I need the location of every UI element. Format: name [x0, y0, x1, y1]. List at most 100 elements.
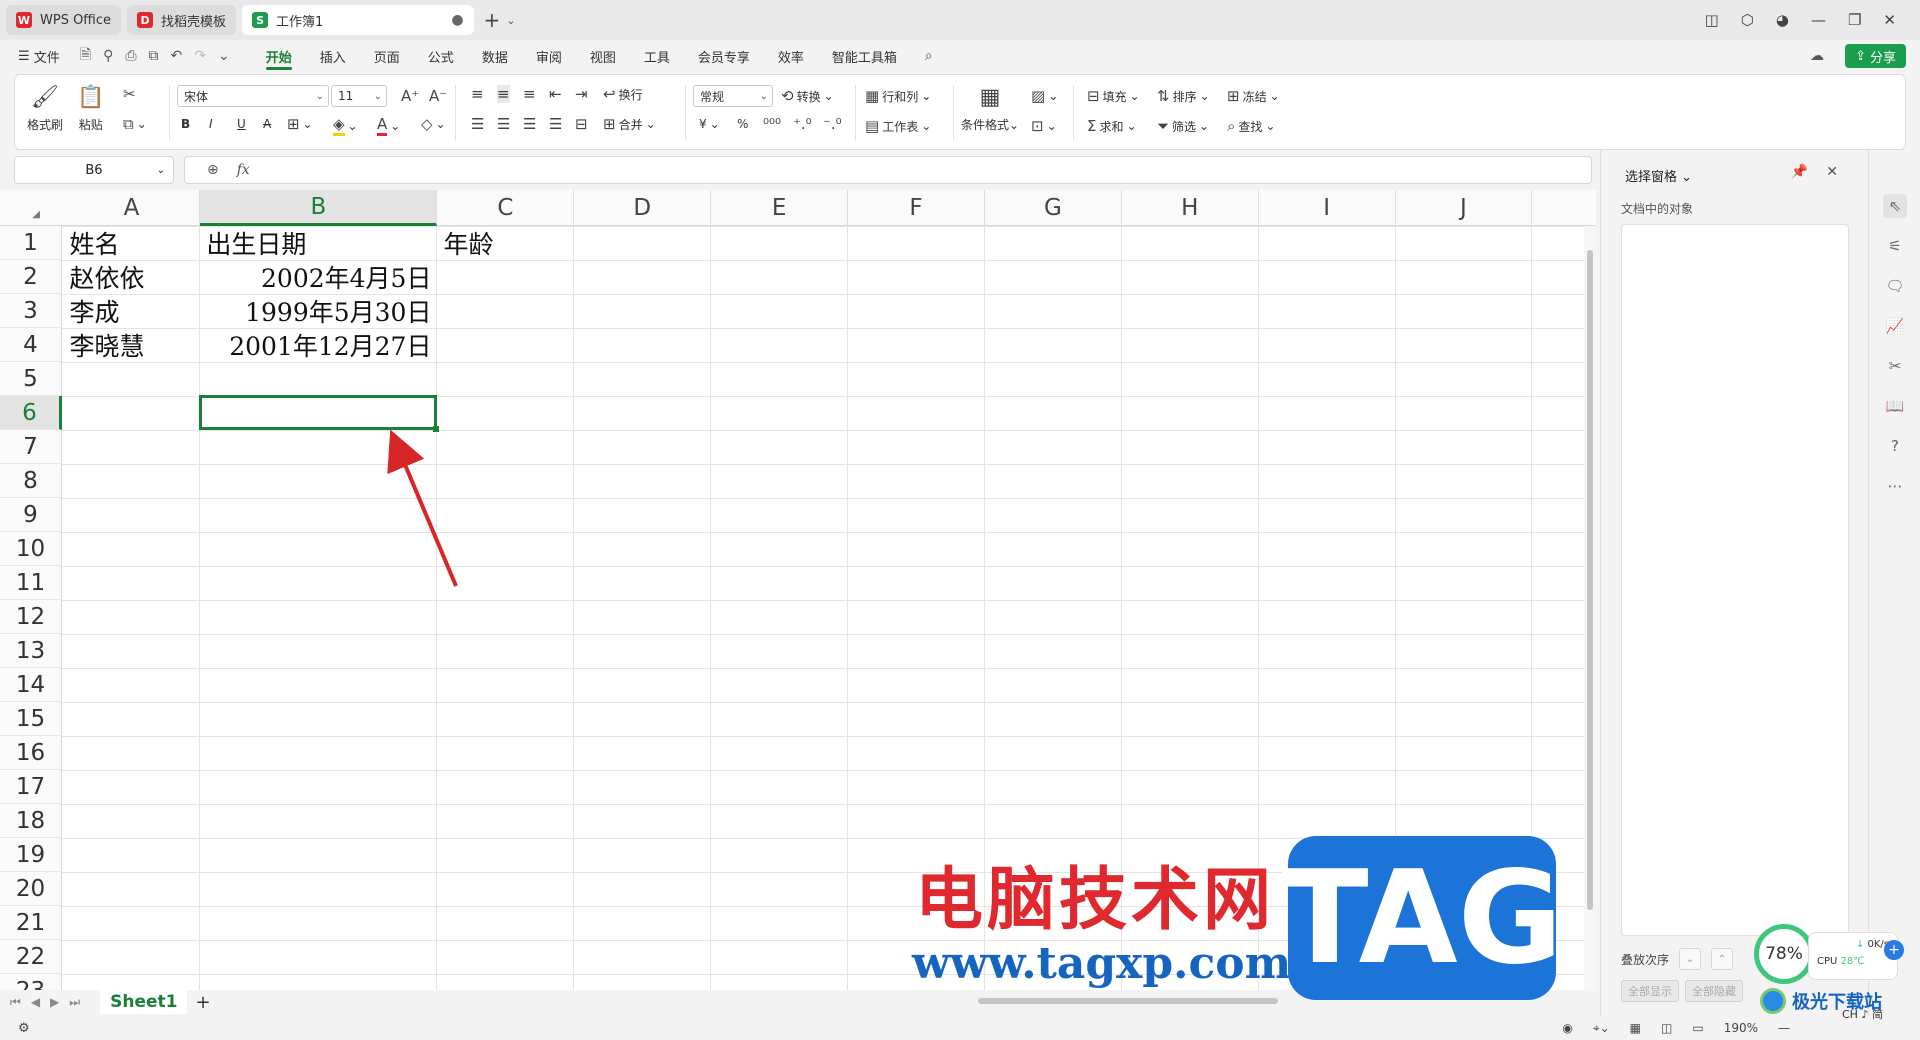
share-button[interactable]: ⇪ 分享 [1845, 44, 1906, 68]
column-header-a[interactable]: A [64, 190, 201, 226]
increase-font-icon[interactable]: A⁺ [401, 87, 419, 105]
column-header-b[interactable]: B [200, 190, 438, 226]
new-tab-icon[interactable]: + [484, 8, 501, 32]
cell-b3[interactable]: 1999年5月30日 [200, 294, 437, 328]
menu-page[interactable]: 页面 [360, 40, 414, 72]
cell-c1[interactable]: 年龄 [437, 226, 574, 260]
column-header-c[interactable]: C [437, 190, 575, 226]
row-header-23[interactable]: 23 [0, 974, 62, 990]
align-middle-icon[interactable]: ≡ [497, 85, 510, 103]
tab-wps-office[interactable]: W WPS Office [6, 5, 122, 35]
tab-close-icon[interactable]: ● [451, 12, 463, 28]
menu-data[interactable]: 数据 [468, 40, 522, 72]
fill-button[interactable]: ⊟ 填充 ⌄ [1087, 87, 1140, 105]
cell-style-icon[interactable]: ▨ ⌄ [1031, 87, 1058, 105]
sort-button[interactable]: ⇅ 排序 ⌄ [1157, 87, 1210, 105]
format-painter-button[interactable]: 🖌 格式刷 [27, 85, 63, 133]
row-header-13[interactable]: 13 [0, 634, 62, 668]
menu-review[interactable]: 审阅 [522, 40, 576, 72]
distribute-icon[interactable]: ⊟ [575, 115, 588, 133]
row-header-3[interactable]: 3 [0, 294, 62, 328]
tab-workbook1[interactable]: S 工作簿1 ● [242, 5, 474, 35]
decimal-decrease-icon[interactable]: ⁻.⁰ [823, 115, 842, 133]
chevron-down-icon[interactable]: ⌄ [506, 14, 515, 27]
strikethrough-button[interactable]: A [263, 117, 271, 131]
page-layout-icon[interactable]: ◫ [1661, 1021, 1672, 1035]
cell-b2[interactable]: 2002年4月5日 [200, 260, 437, 294]
add-sheet-button[interactable]: + [195, 992, 210, 1013]
move-down-button[interactable]: ⌄ [1679, 948, 1702, 970]
italic-button[interactable]: I [209, 117, 213, 131]
cpu-monitor-widget[interactable]: 78% ↓ 0K/s CPU 28℃ + [1754, 920, 1904, 990]
justify-icon[interactable]: ☰ [549, 115, 562, 133]
eraser-icon[interactable]: ◇ ⌄ [421, 115, 446, 133]
conditional-format-button[interactable]: ▦ 条件格式⌄ [961, 85, 1019, 133]
row-header-6[interactable]: 6 [0, 396, 62, 430]
move-up-button[interactable]: ⌃ [1711, 948, 1734, 970]
row-header-19[interactable]: 19 [0, 838, 62, 872]
cell-border-icon[interactable]: ⊡ ⌄ [1031, 117, 1057, 135]
underline-button[interactable]: U [237, 117, 246, 131]
column-header-j[interactable]: J [1396, 190, 1533, 226]
currency-button[interactable]: ¥ ⌄ [699, 117, 720, 131]
function-icon[interactable]: fx [237, 162, 250, 178]
formula-input[interactable]: ⊕ fx [184, 156, 1592, 184]
column-header-e[interactable]: E [711, 190, 849, 226]
adjust-icon[interactable]: ⚟ [1883, 234, 1907, 258]
hide-all-button[interactable]: 全部隐藏 [1685, 980, 1743, 1002]
menu-smart-toolbox[interactable]: 智能工具箱 [818, 40, 911, 72]
file-menu[interactable]: ☰ 文件 [0, 40, 74, 72]
pane-title[interactable]: 选择窗格 ⌄ [1625, 166, 1692, 185]
menu-insert[interactable]: 插入 [306, 40, 360, 72]
undo-icon[interactable]: ↶ [165, 48, 189, 64]
fill-color-icon[interactable]: ◈ ⌄ [333, 115, 358, 136]
zoom-level[interactable]: 190% [1724, 1021, 1758, 1035]
first-sheet-icon[interactable]: ⏮ [10, 995, 21, 1010]
align-top-icon[interactable]: ≡ [471, 85, 484, 103]
row-header-11[interactable]: 11 [0, 566, 62, 600]
analysis-icon[interactable]: 📈 [1883, 314, 1907, 338]
comment-icon[interactable]: 🗨 [1883, 274, 1907, 298]
cell-a3[interactable]: 李成 [64, 294, 201, 328]
search-icon[interactable]: ⌕ [919, 48, 939, 64]
sheet-tab-sheet1[interactable]: Sheet1 [100, 990, 188, 1014]
next-sheet-icon[interactable]: ▶ [50, 995, 59, 1009]
cell-b4[interactable]: 2001年12月27日 [200, 328, 437, 362]
close-icon[interactable]: ✕ [1883, 11, 1896, 29]
column-header-h[interactable]: H [1122, 190, 1259, 226]
decrease-font-icon[interactable]: A⁻ [429, 87, 447, 105]
bold-button[interactable]: B [181, 117, 190, 131]
vertical-scrollbar[interactable] [1584, 226, 1596, 990]
cell-a1[interactable]: 姓名 [64, 226, 201, 260]
close-icon[interactable]: ✕ [1826, 164, 1838, 180]
avatar-icon[interactable]: ◕ [1776, 11, 1789, 29]
print-icon[interactable]: ⎙ [119, 48, 142, 64]
name-box[interactable]: B6 ⌄ [14, 156, 174, 184]
column-header-f[interactable]: F [848, 190, 985, 226]
number-format-select[interactable]: 常规 ⌄ [693, 85, 773, 107]
chevron-down-icon[interactable]: ⌄ [212, 48, 236, 64]
row-header-8[interactable]: 8 [0, 464, 62, 498]
show-all-button[interactable]: 全部显示 [1621, 980, 1679, 1002]
wrap-button[interactable]: ↩ 换行 [603, 85, 643, 103]
column-header-g[interactable]: G [985, 190, 1122, 226]
thousands-icon[interactable]: ⁰⁰⁰ [763, 115, 781, 133]
row-header-7[interactable]: 7 [0, 430, 62, 464]
indent-increase-icon[interactable]: ⇥ [575, 85, 588, 103]
column-header-d[interactable]: D [574, 190, 712, 226]
column-header-i[interactable]: I [1259, 190, 1396, 226]
redo-icon[interactable]: ↷ [188, 48, 212, 64]
prev-sheet-icon[interactable]: ◀ [31, 995, 40, 1009]
cell-a2[interactable]: 赵依依 [64, 260, 201, 294]
page-break-icon[interactable]: ▭ [1692, 1021, 1703, 1035]
convert-button[interactable]: ⟲ 转换 ⌄ [781, 87, 834, 105]
link-icon[interactable]: ⚲ [97, 48, 119, 64]
copy-icon[interactable]: ⧉ ⌄ [123, 115, 147, 133]
cell-a4[interactable]: 李晓慧 [64, 328, 201, 362]
paste-button[interactable]: 📋 粘贴 [77, 85, 104, 133]
row-header-12[interactable]: 12 [0, 600, 62, 634]
cell-b1[interactable]: 出生日期 [200, 226, 437, 260]
eye-icon[interactable]: ◉ [1562, 1021, 1572, 1035]
normal-view-icon[interactable]: ▦ [1630, 1021, 1641, 1035]
menu-member[interactable]: 会员专享 [684, 40, 764, 72]
